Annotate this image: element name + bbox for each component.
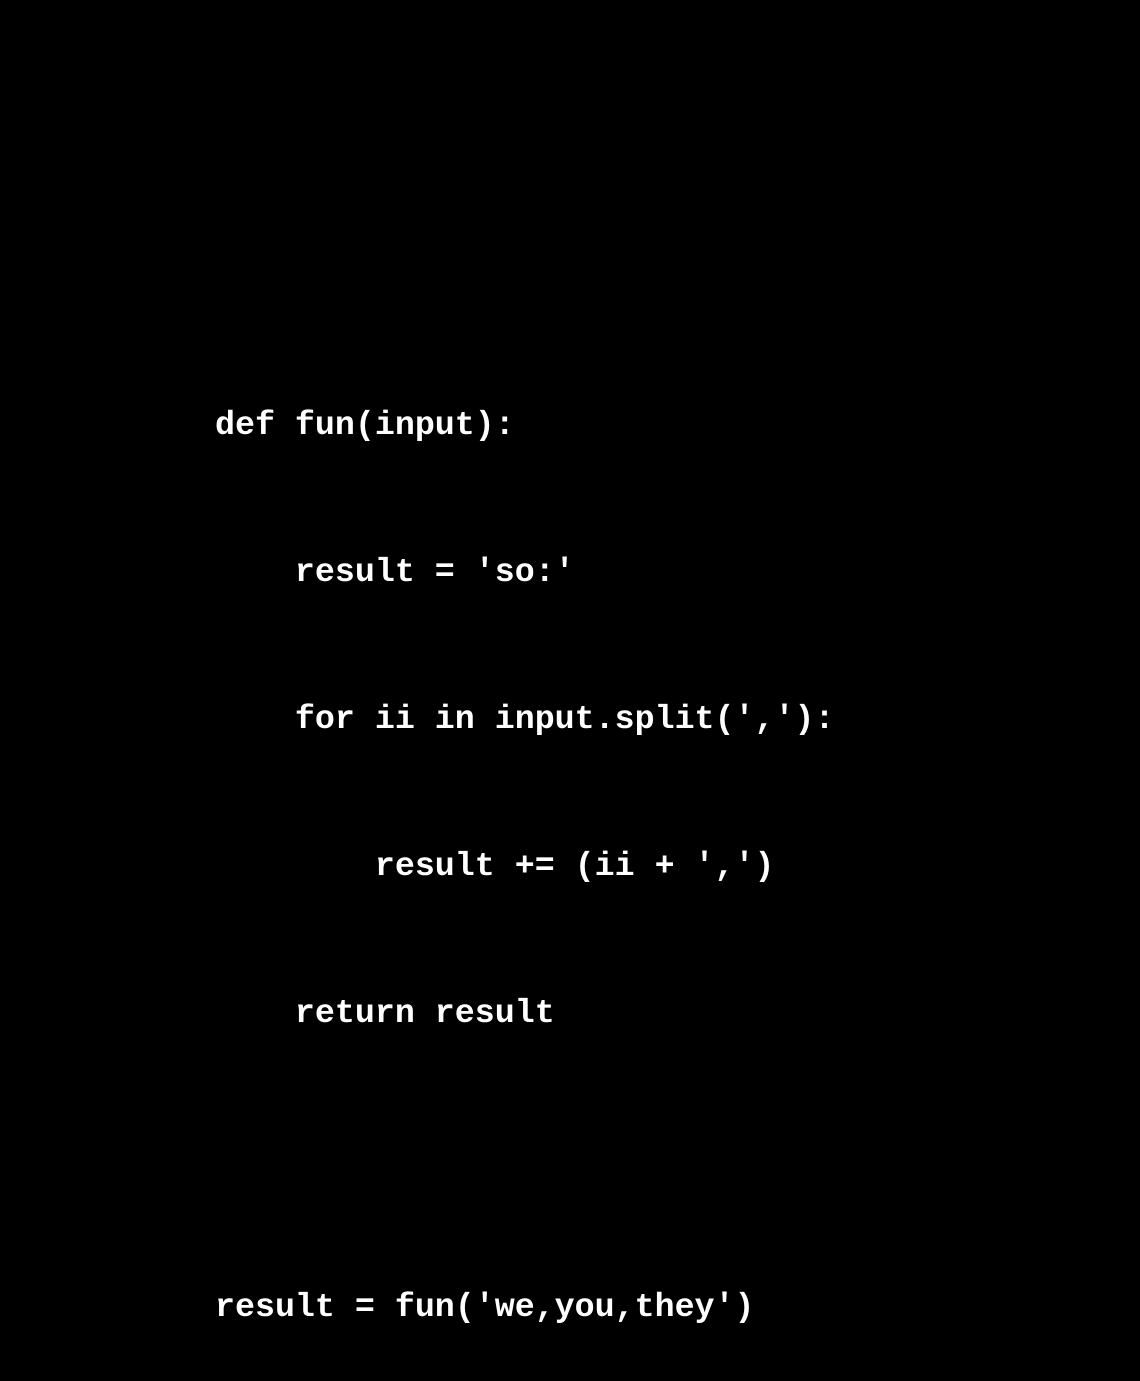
code-block: def fun(input): result = 'so:' for ii in… xyxy=(215,303,834,1381)
code-line: return result xyxy=(215,994,555,1032)
code-line: for ii in input.split(','): xyxy=(215,700,835,738)
code-line: result += (ii + ',') xyxy=(215,847,775,885)
code-line: result = fun('we,you,they') xyxy=(215,1288,755,1326)
code-line: result = 'so:' xyxy=(215,553,575,591)
code-line: def fun(input): xyxy=(215,406,515,444)
